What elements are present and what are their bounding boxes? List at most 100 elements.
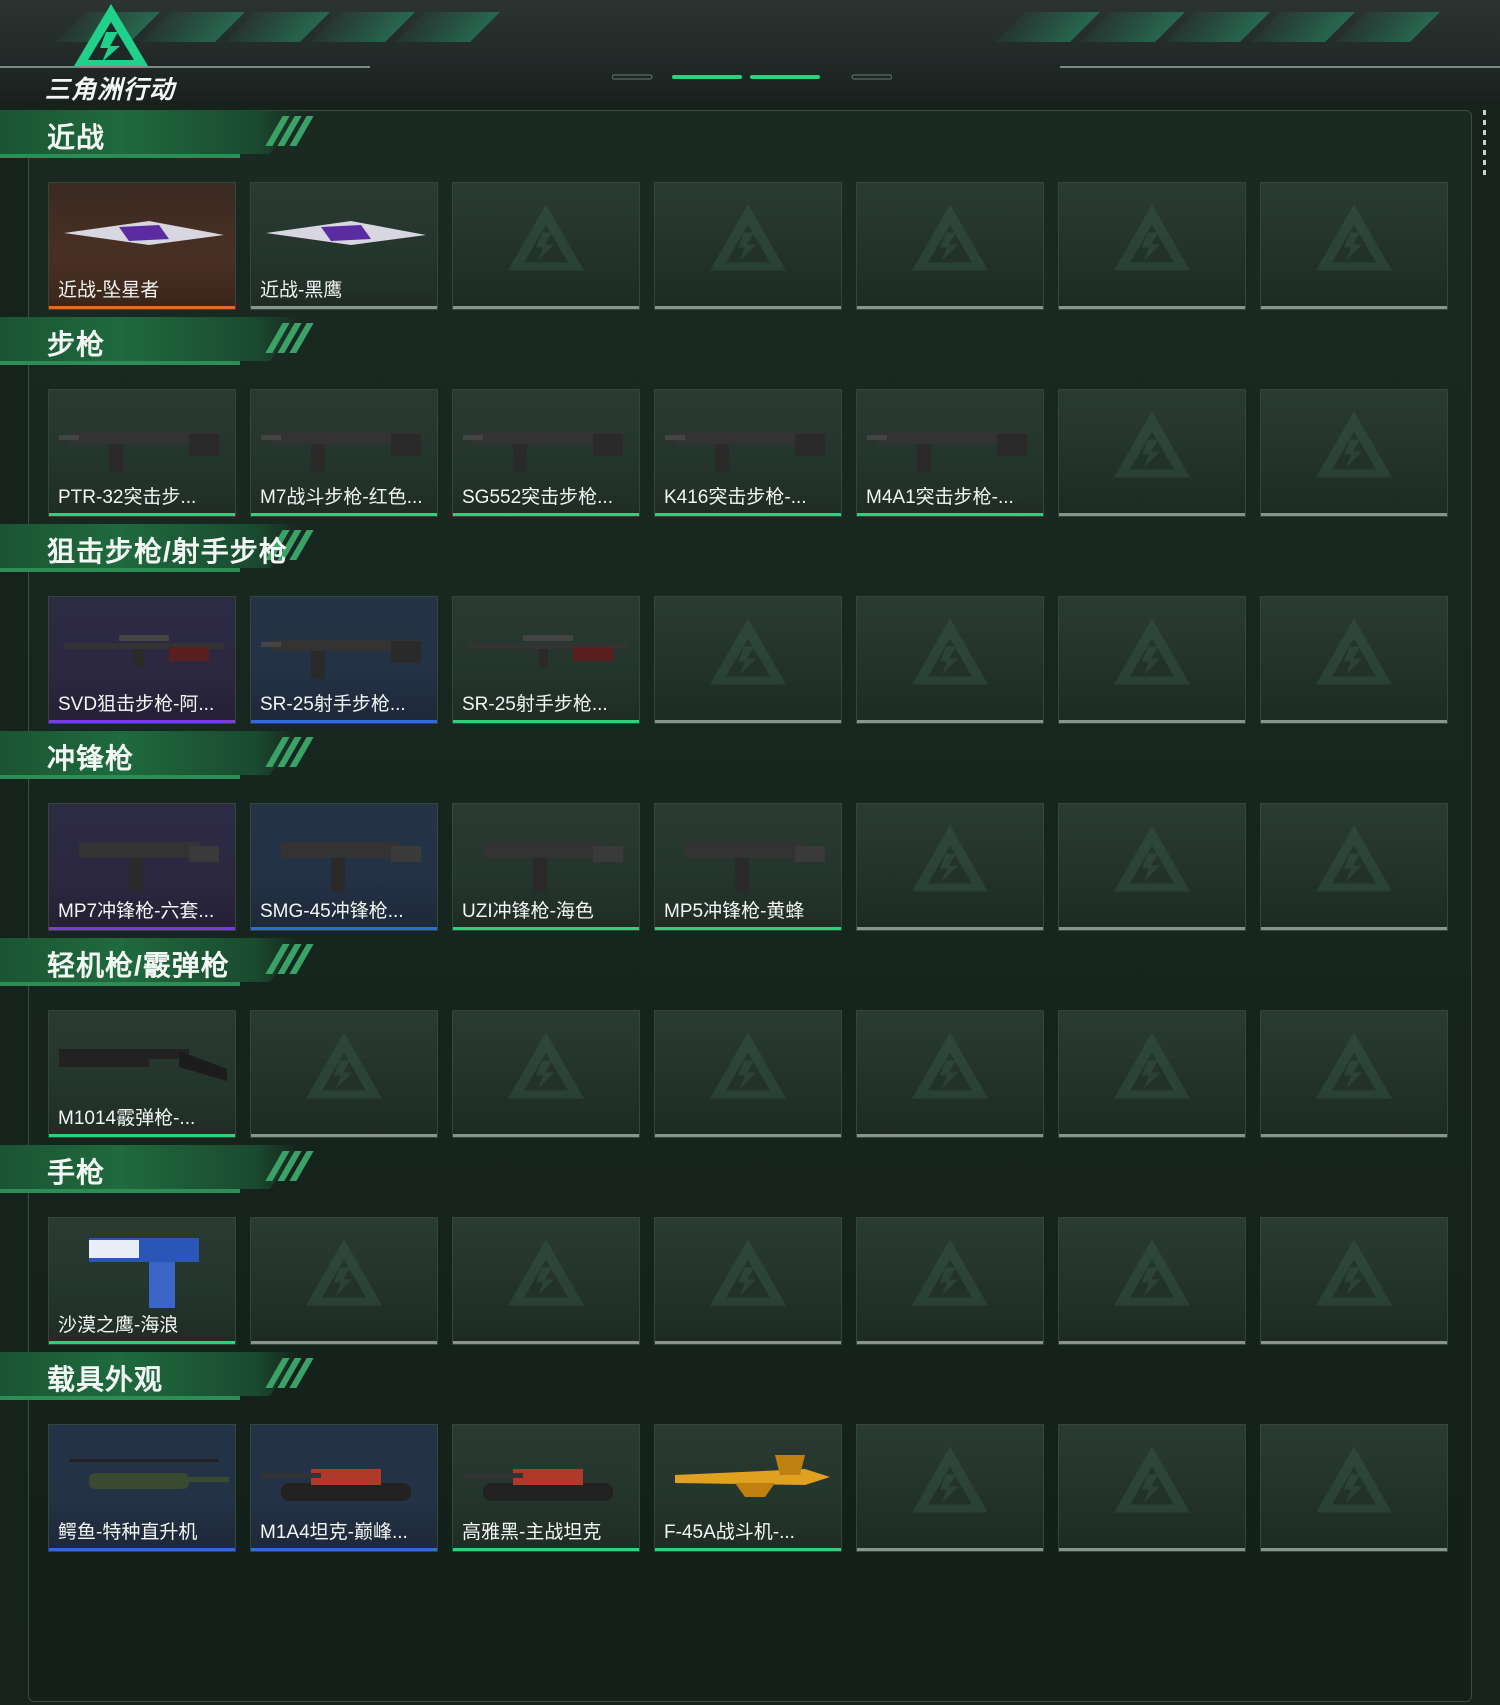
empty-slot[interactable] [452, 1217, 640, 1345]
placeholder-mark [910, 824, 990, 899]
item-label: M4A1突击步枪-... [866, 487, 1014, 508]
placeholder-mark [304, 1031, 384, 1106]
empty-slot[interactable] [1058, 1010, 1246, 1138]
delta-placeholder-icon [1114, 1032, 1190, 1099]
slot-underline [251, 1341, 437, 1344]
empty-slot[interactable] [1058, 803, 1246, 931]
empty-slot[interactable] [1260, 389, 1448, 517]
item-card[interactable]: PTR-32突击步... [48, 389, 236, 517]
delta-placeholder-icon [912, 618, 988, 685]
item-card[interactable]: M1014霰弹枪-... [48, 1010, 236, 1138]
delta-placeholder-icon [710, 618, 786, 685]
item-label: MP5冲锋枪-黄蜂 [664, 901, 805, 922]
rarity-bar [49, 1548, 235, 1551]
empty-slot[interactable] [654, 1010, 842, 1138]
item-card[interactable]: 沙漠之鹰-海浪 [48, 1217, 236, 1345]
delta-placeholder-icon [912, 1446, 988, 1513]
logo-text: 三角洲行动 [45, 76, 176, 104]
placeholder-mark [304, 1238, 384, 1313]
item-card[interactable]: M4A1突击步枪-... [856, 389, 1044, 517]
item-card[interactable]: SR-25射手步枪... [452, 596, 640, 724]
item-card[interactable]: SVD狙击步枪-阿... [48, 596, 236, 724]
more-options-handle[interactable] [1483, 110, 1486, 178]
empty-slot[interactable] [856, 1424, 1044, 1552]
empty-slot[interactable] [1260, 1010, 1448, 1138]
delta-placeholder-icon [1316, 1032, 1392, 1099]
item-card[interactable]: 近战-黑鹰 [250, 182, 438, 310]
slot-underline [1059, 1548, 1245, 1551]
item-label: 鳄鱼-特种直升机 [58, 1522, 198, 1543]
empty-slot[interactable] [1260, 182, 1448, 310]
empty-slot[interactable] [856, 1010, 1044, 1138]
category-title: 手枪 [47, 1157, 106, 1188]
rifle-icon [261, 432, 421, 472]
item-label: F-45A战斗机-... [664, 1522, 795, 1543]
item-label: SVD狙击步枪-阿... [58, 694, 215, 715]
delta-placeholder-icon [710, 204, 786, 271]
empty-slot[interactable] [250, 1010, 438, 1138]
item-card[interactable]: UZI冲锋枪-海色 [452, 803, 640, 931]
rarity-bar [453, 720, 639, 723]
empty-slot[interactable] [1260, 1424, 1448, 1552]
slot-underline [1261, 1341, 1447, 1344]
placeholder-mark [910, 1445, 990, 1520]
empty-slot[interactable] [1058, 182, 1246, 310]
item-card[interactable]: SMG-45冲锋枪... [250, 803, 438, 931]
item-card[interactable]: K416突击步枪-... [654, 389, 842, 517]
empty-slot[interactable] [654, 182, 842, 310]
item-card[interactable]: MP7冲锋枪-六套... [48, 803, 236, 931]
delta-placeholder-icon [306, 1239, 382, 1306]
rarity-bar [49, 927, 235, 930]
delta-placeholder-icon [1114, 204, 1190, 271]
slot-underline [1261, 1134, 1447, 1137]
slot-underline [1261, 927, 1447, 930]
empty-slot[interactable] [250, 1217, 438, 1345]
empty-slot[interactable] [856, 596, 1044, 724]
empty-slot[interactable] [1058, 596, 1246, 724]
empty-slot[interactable] [654, 1217, 842, 1345]
item-card[interactable]: MP5冲锋枪-黄蜂 [654, 803, 842, 931]
empty-slot[interactable] [856, 182, 1044, 310]
slot-underline [655, 720, 841, 723]
slot-underline [857, 927, 1043, 930]
item-card[interactable]: 近战-坠星者 [48, 182, 236, 310]
item-card[interactable]: SG552突击步枪... [452, 389, 640, 517]
placeholder-mark [1112, 1031, 1192, 1106]
empty-slot[interactable] [1260, 1217, 1448, 1345]
item-card[interactable]: 鳄鱼-特种直升机 [48, 1424, 236, 1552]
empty-slot[interactable] [856, 1217, 1044, 1345]
empty-slot[interactable] [1058, 1424, 1246, 1552]
empty-slot[interactable] [1260, 803, 1448, 931]
smg-icon [79, 842, 219, 892]
slot-underline [1059, 306, 1245, 309]
helicopter-icon [69, 1459, 229, 1489]
empty-slot[interactable] [856, 803, 1044, 931]
delta-placeholder-icon [1316, 825, 1392, 892]
delta-placeholder-icon [1316, 1446, 1392, 1513]
header-stripe [395, 12, 500, 42]
item-card[interactable]: SR-25射手步枪... [250, 596, 438, 724]
placeholder-mark [506, 203, 586, 278]
empty-slot[interactable] [654, 596, 842, 724]
empty-slot[interactable] [1260, 596, 1448, 724]
empty-slot[interactable] [1058, 1217, 1246, 1345]
rarity-bar [49, 1134, 235, 1137]
placeholder-mark [1112, 617, 1192, 692]
delta-placeholder-icon [1316, 1239, 1392, 1306]
item-card[interactable]: M7战斗步枪-红色... [250, 389, 438, 517]
category-title: 步枪 [47, 329, 106, 360]
placeholder-mark [1314, 1031, 1394, 1106]
item-card[interactable]: 高雅黑-主战坦克 [452, 1424, 640, 1552]
category-title: 狙击步枪/射手步枪 [47, 536, 288, 567]
rifle-icon [463, 432, 623, 472]
placeholder-mark [910, 1238, 990, 1313]
empty-slot[interactable] [452, 182, 640, 310]
rarity-bar [453, 927, 639, 930]
game-logo[interactable]: 三角洲行动 [40, 2, 190, 104]
item-card[interactable]: M1A4坦克-巅峰... [250, 1424, 438, 1552]
empty-slot[interactable] [452, 1010, 640, 1138]
item-label: M1A4坦克-巅峰... [260, 1522, 408, 1543]
item-card[interactable]: F-45A战斗机-... [654, 1424, 842, 1552]
empty-slot[interactable] [1058, 389, 1246, 517]
rarity-bar [251, 1548, 437, 1551]
